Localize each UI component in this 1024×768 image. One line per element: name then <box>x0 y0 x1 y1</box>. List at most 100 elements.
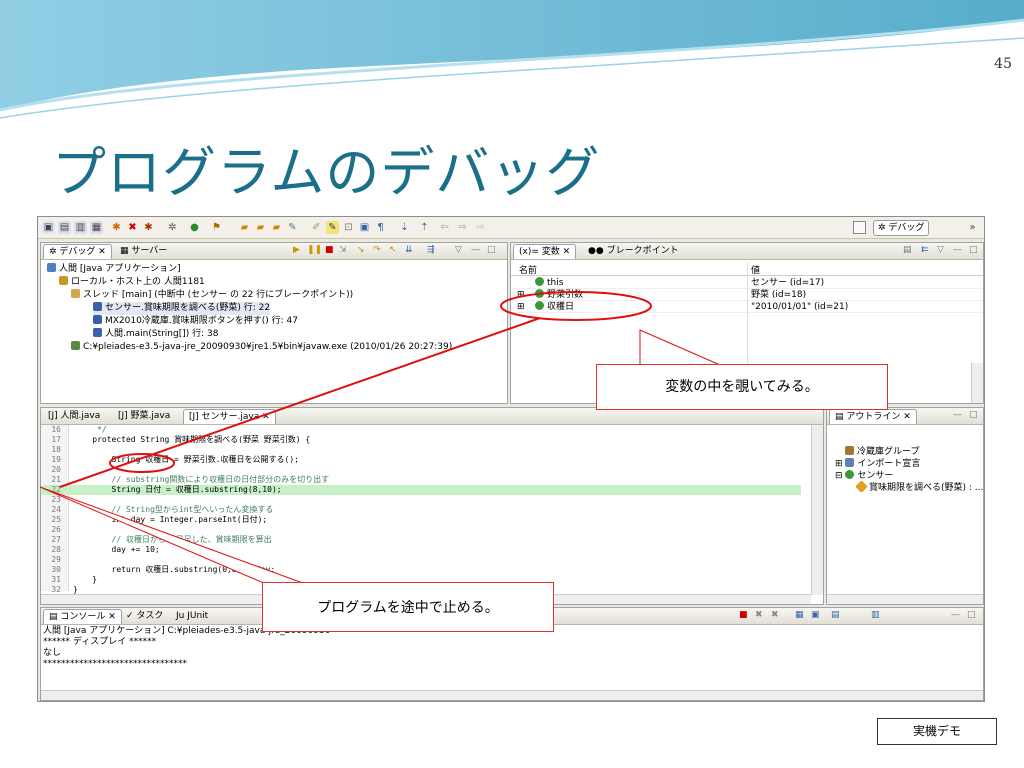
console-horizontal-scrollbar[interactable] <box>41 690 983 700</box>
code-editor[interactable]: 16 */ 17 protected String 賞味期限を調べる(野菜 野菜… <box>41 425 821 594</box>
tab-breakpoints-label: ブレークポイント <box>606 246 679 256</box>
debug-run-icon[interactable]: ✲ <box>166 221 179 234</box>
forward-icon[interactable]: ⇨ <box>456 221 469 234</box>
maximize-icon[interactable]: □ <box>969 410 978 420</box>
tree-item-frame-selected[interactable]: センサー.賞味期限を調べる(野菜) 行: 22 <box>93 302 271 315</box>
column-name-header[interactable]: 名前 <box>519 263 537 276</box>
save-all-icon[interactable]: ▥ <box>74 221 87 234</box>
highlight-icon[interactable]: ✎ <box>326 221 339 234</box>
skip-breakpoints-icon[interactable]: ✱ <box>110 221 123 234</box>
minimize-icon[interactable]: — <box>951 610 960 620</box>
column-divider <box>747 262 748 372</box>
outline-item[interactable]: ⊟ センサー <box>835 470 893 482</box>
line-number: 29 <box>51 555 61 564</box>
use-step-filters-icon[interactable]: ⇶ <box>427 245 435 255</box>
tab-variables-label: 変数 <box>541 247 560 257</box>
open-console-icon[interactable]: ▥ <box>871 610 880 620</box>
remove-all-icon[interactable]: ✖ <box>771 610 779 620</box>
show-whitespace-icon[interactable]: ▣ <box>358 221 371 234</box>
open-perspective-icon[interactable] <box>853 221 866 234</box>
view-menu-icon[interactable]: ▽ <box>455 245 462 255</box>
maximize-icon[interactable]: □ <box>487 245 496 255</box>
last-edit-icon[interactable]: ⇨ <box>474 221 487 234</box>
maximize-icon[interactable]: □ <box>967 610 976 620</box>
terminate-debug-icon[interactable]: ■ <box>325 245 334 255</box>
tree-item-frame[interactable]: 人間.main(String[]) 行: 38 <box>93 328 218 341</box>
debug-perspective-button[interactable]: ✲ デバッグ <box>873 220 930 236</box>
view-menu-icon[interactable]: ▽ <box>937 245 944 255</box>
tree-item-frame[interactable]: MX2010冷蔵庫.賞味期限ボタンを押す() 行: 47 <box>93 315 298 328</box>
back-icon[interactable]: ⇦ <box>438 221 451 234</box>
tab-sensor-java[interactable]: [J] センサー.java ✕ <box>183 409 276 424</box>
maximize-icon[interactable]: □ <box>969 245 978 255</box>
step-into-icon[interactable]: ↘ <box>357 245 365 255</box>
tab-label: センサー.java <box>201 412 260 422</box>
tree-label: 人間 [Java アプリケーション] <box>59 264 181 274</box>
tree-item-java-app[interactable]: 人間 [Java アプリケーション] <box>47 263 181 276</box>
outline-horizontal-scrollbar[interactable] <box>827 594 983 604</box>
collapse-all-icon[interactable]: ⇇ <box>921 245 929 255</box>
tab-human-java[interactable]: [J] 人間.java <box>43 409 105 424</box>
tab-servers[interactable]: ▦ サーバー <box>115 244 172 259</box>
expand-icon[interactable]: ⊞ <box>517 289 525 301</box>
tab-breakpoints[interactable]: ●● ブレークポイント <box>583 244 684 259</box>
search-icon[interactable]: ✎ <box>286 221 299 234</box>
tab-label: 人間.java <box>60 411 101 421</box>
block-select-icon[interactable]: ⊡ <box>342 221 355 234</box>
open-type-icon[interactable]: ▰ <box>238 221 251 234</box>
editor-tabbar: [J] 人間.java [J] 野菜.java [J] センサー.java ✕ <box>41 408 823 425</box>
minimize-icon[interactable]: — <box>953 410 962 420</box>
disconnect-icon[interactable]: ⇲ <box>339 245 347 255</box>
tab-debug[interactable]: ✲ デバッグ ✕ <box>43 244 112 259</box>
tab-vegetable-java[interactable]: [J] 野菜.java <box>113 409 175 424</box>
tree-item-thread[interactable]: スレッド [main] (中断中 (センサー の 22 行にブレークポイント)) <box>71 289 353 302</box>
resume-icon[interactable]: ▶ <box>293 245 300 255</box>
outline-item[interactable]: 冷蔵庫グループ <box>845 446 919 458</box>
outline-tabbar: ▤ アウトライン ✕ — □ <box>827 408 983 425</box>
external-tools-icon[interactable]: ⚑ <box>210 221 223 234</box>
outline-item[interactable]: ⊞ インポート宣言 <box>835 458 920 470</box>
open-task-icon[interactable]: ▰ <box>254 221 267 234</box>
minimize-icon[interactable]: — <box>953 245 962 255</box>
terminate-console-icon[interactable]: ■ <box>739 610 748 620</box>
new-icon[interactable]: ▣ <box>42 221 55 234</box>
pin-console-icon[interactable]: ▣ <box>811 610 820 620</box>
code-line: 19 String 収穫日 = 野菜引数.収穫日を公開する(); <box>41 455 801 465</box>
tab-tasks[interactable]: ✓ タスク <box>121 609 168 624</box>
minimize-icon[interactable]: — <box>471 245 480 255</box>
outline-item[interactable]: 賞味期限を調べる(野菜) : ... <box>855 480 983 494</box>
tree-item-vm[interactable]: ローカル・ホスト上の 人間1181 <box>59 276 205 289</box>
tab-outline[interactable]: ▤ アウトライン ✕ <box>829 409 917 424</box>
open-resource-icon[interactable]: ▰ <box>270 221 283 234</box>
editor-vertical-scrollbar[interactable] <box>811 425 823 595</box>
tab-console[interactable]: ▤ コンソール ✕ <box>43 609 122 624</box>
toggle-mark-icon[interactable]: ✐ <box>310 221 323 234</box>
code-line: 23 <box>41 495 801 505</box>
show-type-names-icon[interactable]: ▤ <box>903 245 912 255</box>
print-icon[interactable]: ▦ <box>90 221 103 234</box>
column-value-header[interactable]: 値 <box>751 263 760 276</box>
more-perspectives-icon[interactable]: » <box>966 221 979 234</box>
display-console-icon[interactable]: ▤ <box>831 610 840 620</box>
run-icon[interactable]: ● <box>188 221 201 234</box>
next-annotation-icon[interactable]: ⇣ <box>398 221 411 234</box>
line-number: 16 <box>51 425 61 434</box>
save-icon[interactable]: ▤ <box>58 221 71 234</box>
suspend-icon[interactable]: ❚❚ <box>307 245 322 255</box>
stop-icon[interactable]: ✖ <box>126 221 139 234</box>
step-return-icon[interactable]: ↖ <box>389 245 397 255</box>
tree-item-process[interactable]: C:¥pleiades-e3.5-java-jre_20090930¥jre1.… <box>71 341 452 354</box>
step-over-icon[interactable]: ↷ <box>373 245 381 255</box>
tab-junit[interactable]: Ju JUnit <box>171 609 213 624</box>
tab-variables[interactable]: (x)= 変数 ✕ <box>513 244 577 259</box>
drop-to-frame-icon[interactable]: ⇊ <box>405 245 413 255</box>
variables-scrollbar[interactable] <box>971 363 983 403</box>
terminate-icon[interactable]: ✱ <box>142 221 155 234</box>
outline-label: センサー <box>857 471 894 481</box>
pilcrow-icon[interactable]: ¶ <box>374 221 387 234</box>
remove-launch-icon[interactable]: ✖ <box>755 610 763 620</box>
expand-icon[interactable]: ⊞ <box>517 301 525 313</box>
prev-annotation-icon[interactable]: ⇡ <box>418 221 431 234</box>
scroll-lock-icon[interactable]: ▦ <box>795 610 804 620</box>
demo-button[interactable]: 実機デモ <box>877 718 997 745</box>
